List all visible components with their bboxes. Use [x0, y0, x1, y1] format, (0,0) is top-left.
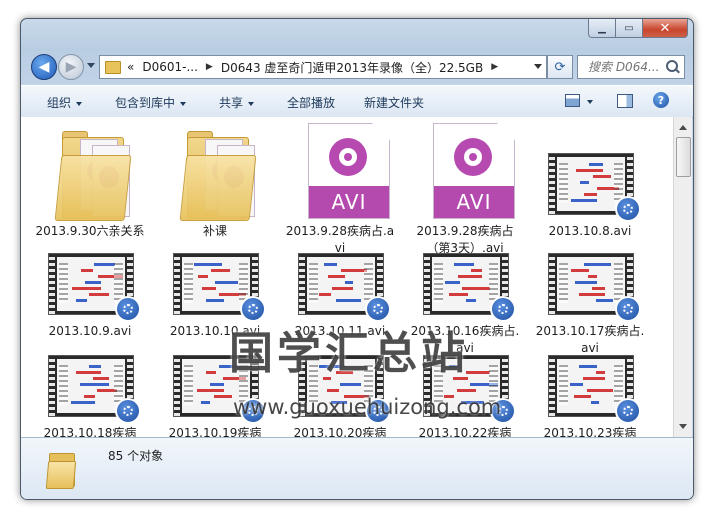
film-reel-icon [329, 138, 367, 176]
include-in-library-label: 包含到库中 [115, 96, 176, 110]
command-bar: 组织 包含到库中 共享 全部播放 新建文件夹 ? [21, 85, 693, 118]
share-menu[interactable]: 共享 [219, 94, 255, 111]
video-thumbnail [48, 253, 141, 322]
organize-menu[interactable]: 组织 [47, 94, 83, 111]
media-player-icon [615, 196, 641, 222]
back-button[interactable]: ◀ [31, 54, 57, 80]
media-player-icon [615, 296, 641, 322]
file-name: 2013.10.23疾病 [543, 426, 637, 437]
vertical-scrollbar[interactable] [673, 117, 692, 437]
video-thumbnail [548, 355, 641, 424]
maximize-icon: ▭ [624, 22, 634, 34]
maximize-button[interactable]: ▭ [616, 19, 643, 38]
chevron-right-icon[interactable]: ▶ [491, 62, 498, 72]
media-player-icon [115, 398, 141, 424]
folder-icon [105, 60, 121, 74]
search-icon[interactable] [666, 60, 678, 72]
avi-label: AVI [309, 186, 389, 218]
video-file-item[interactable]: 2013.10.18疾病 [35, 323, 145, 437]
details-pane: 85 个对象 [21, 437, 693, 499]
close-button[interactable]: ✕ [643, 19, 688, 38]
view-dropdown-icon[interactable] [587, 100, 593, 104]
scroll-thumb[interactable] [676, 137, 691, 177]
item-count: 85 个对象 [108, 449, 164, 463]
film-reel-icon [454, 138, 492, 176]
folder-icon [179, 131, 257, 221]
media-player-icon [615, 398, 641, 424]
organize-label: 组织 [47, 96, 72, 110]
help-icon[interactable]: ? [653, 92, 669, 108]
preview-pane-icon[interactable] [617, 94, 633, 108]
recent-pages-dropdown[interactable] [87, 63, 95, 68]
video-file-item[interactable]: 2013.10.23疾病 [535, 323, 645, 437]
chevron-down-icon [248, 101, 255, 106]
close-icon: ✕ [659, 20, 671, 36]
explorer-window: ▁ ▭ ✕ ◀ ▶ « D0601-... ▶ D0643 虚至奇门遁甲2013… [20, 18, 694, 500]
avi-label: AVI [434, 186, 514, 218]
breadcrumb-overflow[interactable]: « [127, 60, 134, 74]
video-thumbnail [173, 253, 266, 322]
caption-buttons: ▁ ▭ ✕ [588, 19, 688, 38]
avi-file-icon: AVI [308, 123, 390, 219]
navigation-bar: ◀ ▶ « D0601-... ▶ D0643 虚至奇门遁甲2013年录像（全）… [21, 49, 693, 83]
share-label: 共享 [219, 96, 244, 110]
folder-icon [45, 451, 77, 489]
file-list: 2013.9.30六亲关系 补课 AVI 2013.9.28疾病占.avi AVI 201… [21, 117, 673, 437]
scroll-down-icon[interactable] [679, 424, 687, 429]
video-thumbnail [548, 153, 641, 222]
forward-button[interactable]: ▶ [58, 54, 84, 80]
arrow-left-icon: ◀ [38, 59, 50, 75]
refresh-button[interactable]: ⟳ [547, 55, 573, 79]
watermark-url: www.guoxuehuizong.com [233, 395, 502, 419]
address-dropdown-icon[interactable] [534, 64, 542, 69]
minimize-button[interactable]: ▁ [588, 19, 616, 38]
file-name: 2013.10.19疾病 [168, 426, 262, 437]
search-input[interactable] [586, 59, 670, 75]
chevron-right-icon[interactable]: ▶ [206, 62, 213, 72]
new-folder-button[interactable]: 新建文件夹 [364, 94, 424, 111]
play-all-button[interactable]: 全部播放 [287, 94, 335, 111]
video-thumbnail [48, 355, 141, 424]
scroll-up-icon[interactable] [679, 125, 687, 130]
search-box[interactable] [577, 55, 685, 79]
video-thumbnail [548, 253, 641, 322]
address-bar[interactable]: « D0601-... ▶ D0643 虚至奇门遁甲2013年录像（全）22.5… [99, 55, 547, 79]
file-name: 2013.10.22疾病 [418, 426, 512, 437]
file-name: 2013.10.20疾病 [293, 426, 387, 437]
folder-icon [54, 131, 132, 221]
chevron-down-icon [76, 101, 83, 106]
video-thumbnail [423, 253, 516, 322]
arrow-right-icon: ▶ [65, 59, 77, 75]
media-player-icon [490, 296, 516, 322]
media-player-icon [115, 296, 141, 322]
include-in-library-menu[interactable]: 包含到库中 [115, 94, 187, 111]
view-options-icon[interactable] [565, 94, 580, 107]
breadcrumb-item-current[interactable]: D0643 虚至奇门遁甲2013年录像（全）22.5GB [221, 59, 483, 76]
watermark-text: 国学汇总站 [229, 328, 469, 379]
chevron-down-icon [180, 101, 187, 106]
video-thumbnail [298, 253, 391, 322]
breadcrumb-item-parent[interactable]: D0601-... [142, 60, 198, 74]
file-name: 2013.10.18疾病 [43, 426, 137, 437]
minimize-icon: ▁ [598, 22, 606, 34]
refresh-icon: ⟳ [554, 59, 566, 75]
avi-file-icon: AVI [433, 123, 515, 219]
